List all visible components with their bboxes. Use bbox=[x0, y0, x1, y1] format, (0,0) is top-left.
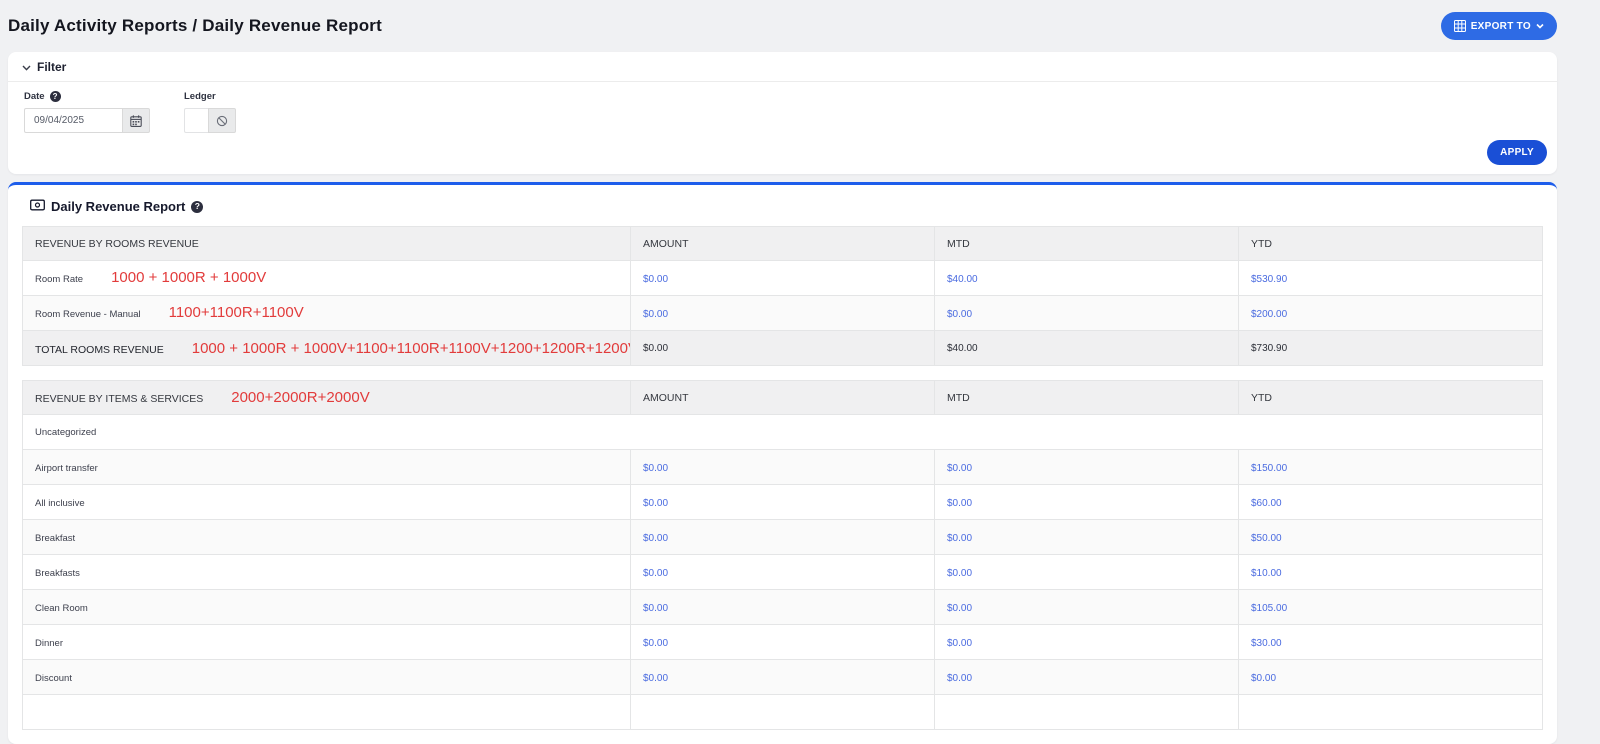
mtd-header: MTD bbox=[935, 381, 1239, 415]
apply-button[interactable]: APPLY bbox=[1487, 140, 1547, 165]
table-header-row: REVENUE BY ITEMS & SERVICES 2000+2000R+20… bbox=[23, 381, 1543, 415]
total-mtd: $40.00 bbox=[935, 331, 1239, 366]
row-label: Airport transfer bbox=[35, 463, 98, 474]
report-help-icon[interactable]: ? bbox=[191, 201, 203, 213]
amount-header: AMOUNT bbox=[631, 227, 935, 261]
group-row: Uncategorized bbox=[23, 415, 1543, 450]
filter-panel: Filter Date ? Ledger bbox=[8, 52, 1557, 174]
mtd-value[interactable]: $0.00 bbox=[947, 463, 972, 474]
amount-value[interactable]: $0.00 bbox=[643, 568, 668, 579]
date-help-icon[interactable]: ? bbox=[50, 91, 61, 102]
filter-title: Filter bbox=[37, 60, 66, 74]
ytd-value[interactable]: $200.00 bbox=[1251, 309, 1287, 320]
table-row: Airport transfer $0.00 $0.00 $150.00 bbox=[23, 450, 1543, 485]
amount-value[interactable]: $0.00 bbox=[643, 638, 668, 649]
row-label: Breakfasts bbox=[35, 568, 80, 579]
ytd-value[interactable]: $0.00 bbox=[1251, 673, 1276, 684]
mtd-value[interactable]: $40.00 bbox=[947, 274, 978, 285]
table-header-row: REVENUE BY ROOMS REVENUE AMOUNT MTD YTD bbox=[23, 227, 1543, 261]
date-field-group: Date ? bbox=[24, 91, 150, 133]
table-row: Discount $0.00 $0.00 $0.00 bbox=[23, 660, 1543, 695]
date-label: Date bbox=[24, 91, 45, 102]
page: Daily Activity Reports / Daily Revenue R… bbox=[0, 0, 1600, 744]
chevron-down-icon bbox=[1536, 23, 1544, 29]
total-ytd: $730.90 bbox=[1239, 331, 1543, 366]
ytd-value[interactable]: $530.90 bbox=[1251, 274, 1287, 285]
report-title-row: Daily Revenue Report ? bbox=[22, 185, 1543, 226]
mtd-value[interactable]: $0.00 bbox=[947, 638, 972, 649]
ytd-value[interactable]: $105.00 bbox=[1251, 603, 1287, 614]
amount-header: AMOUNT bbox=[631, 381, 935, 415]
amount-value[interactable]: $0.00 bbox=[643, 274, 668, 285]
export-to-label: EXPORT TO bbox=[1471, 21, 1531, 32]
ytd-value[interactable]: $10.00 bbox=[1251, 568, 1282, 579]
mtd-value[interactable]: $0.00 bbox=[947, 309, 972, 320]
total-amount: $0.00 bbox=[631, 331, 935, 366]
table-row: Dinner $0.00 $0.00 $30.00 bbox=[23, 625, 1543, 660]
mtd-header: MTD bbox=[935, 227, 1239, 261]
row-label: Discount bbox=[35, 673, 72, 684]
ledger-field-group: Ledger bbox=[184, 91, 236, 133]
row-label: Dinner bbox=[35, 638, 63, 649]
table-grid-icon bbox=[1454, 20, 1466, 32]
ytd-value[interactable]: $60.00 bbox=[1251, 498, 1282, 509]
row-label: Room Revenue - Manual bbox=[35, 309, 141, 320]
filter-header[interactable]: Filter bbox=[8, 52, 1557, 82]
rooms-revenue-table: REVENUE BY ROOMS REVENUE AMOUNT MTD YTD … bbox=[22, 226, 1543, 366]
ban-icon[interactable] bbox=[208, 108, 236, 133]
rooms-header: REVENUE BY ROOMS REVENUE bbox=[23, 227, 631, 261]
page-title: Daily Activity Reports / Daily Revenue R… bbox=[8, 16, 382, 36]
table-row: Room Rate 1000 + 1000R + 1000V $0.00 $40.00… bbox=[23, 261, 1543, 296]
calendar-icon[interactable] bbox=[122, 108, 150, 133]
items-header: REVENUE BY ITEMS & SERVICES bbox=[35, 393, 203, 405]
red-annotation: 1100+1100R+1100V bbox=[169, 304, 304, 321]
ledger-input[interactable] bbox=[184, 108, 208, 133]
ytd-value[interactable]: $30.00 bbox=[1251, 638, 1282, 649]
mtd-value[interactable]: $0.00 bbox=[947, 533, 972, 544]
table-row: Breakfast $0.00 $0.00 $50.00 bbox=[23, 520, 1543, 555]
red-annotation: 1000 + 1000R + 1000V+1100+1100R+1100V+12… bbox=[192, 340, 631, 357]
row-label: Clean Room bbox=[35, 603, 88, 614]
mtd-value[interactable]: $0.00 bbox=[947, 673, 972, 684]
amount-value[interactable]: $0.00 bbox=[643, 498, 668, 509]
total-label: TOTAL ROOMS REVENUE bbox=[35, 344, 164, 356]
total-rooms-row: TOTAL ROOMS REVENUE 1000 + 1000R + 1000V+… bbox=[23, 331, 1543, 366]
amount-value[interactable]: $0.00 bbox=[643, 673, 668, 684]
chevron-down-icon bbox=[22, 60, 31, 74]
mtd-value[interactable]: $0.00 bbox=[947, 568, 972, 579]
table-row: Breakfasts $0.00 $0.00 $10.00 bbox=[23, 555, 1543, 590]
ledger-label: Ledger bbox=[184, 91, 216, 102]
amount-value[interactable]: $0.00 bbox=[643, 463, 668, 474]
table-row: Clean Room $0.00 $0.00 $105.00 bbox=[23, 590, 1543, 625]
ytd-header: YTD bbox=[1239, 227, 1543, 261]
cash-icon bbox=[30, 199, 45, 214]
row-label: Room Rate bbox=[35, 274, 83, 285]
ytd-header: YTD bbox=[1239, 381, 1543, 415]
amount-value[interactable]: $0.00 bbox=[643, 603, 668, 614]
red-annotation: 1000 + 1000R + 1000V bbox=[111, 269, 266, 286]
row-label: All inclusive bbox=[35, 498, 85, 509]
top-bar: Daily Activity Reports / Daily Revenue R… bbox=[8, 0, 1557, 52]
group-label: Uncategorized bbox=[23, 415, 1543, 450]
amount-value[interactable]: $0.00 bbox=[643, 309, 668, 320]
report-panel: Daily Revenue Report ? REVENUE BY ROOMS … bbox=[8, 182, 1557, 744]
date-input[interactable] bbox=[24, 108, 122, 133]
amount-value[interactable]: $0.00 bbox=[643, 533, 668, 544]
row-label: Breakfast bbox=[35, 533, 75, 544]
ytd-value[interactable]: $150.00 bbox=[1251, 463, 1287, 474]
export-to-button[interactable]: EXPORT TO bbox=[1441, 12, 1557, 40]
table-row bbox=[23, 695, 1543, 730]
ytd-value[interactable]: $50.00 bbox=[1251, 533, 1282, 544]
items-services-table: REVENUE BY ITEMS & SERVICES 2000+2000R+20… bbox=[22, 380, 1543, 730]
red-annotation: 2000+2000R+2000V bbox=[231, 389, 369, 406]
table-row: All inclusive $0.00 $0.00 $60.00 bbox=[23, 485, 1543, 520]
mtd-value[interactable]: $0.00 bbox=[947, 498, 972, 509]
filter-body: Date ? Ledger bbox=[8, 82, 1557, 133]
mtd-value[interactable]: $0.00 bbox=[947, 603, 972, 614]
table-row: Room Revenue - Manual 1100+1100R+1100V $0.… bbox=[23, 296, 1543, 331]
report-title: Daily Revenue Report bbox=[51, 199, 185, 214]
